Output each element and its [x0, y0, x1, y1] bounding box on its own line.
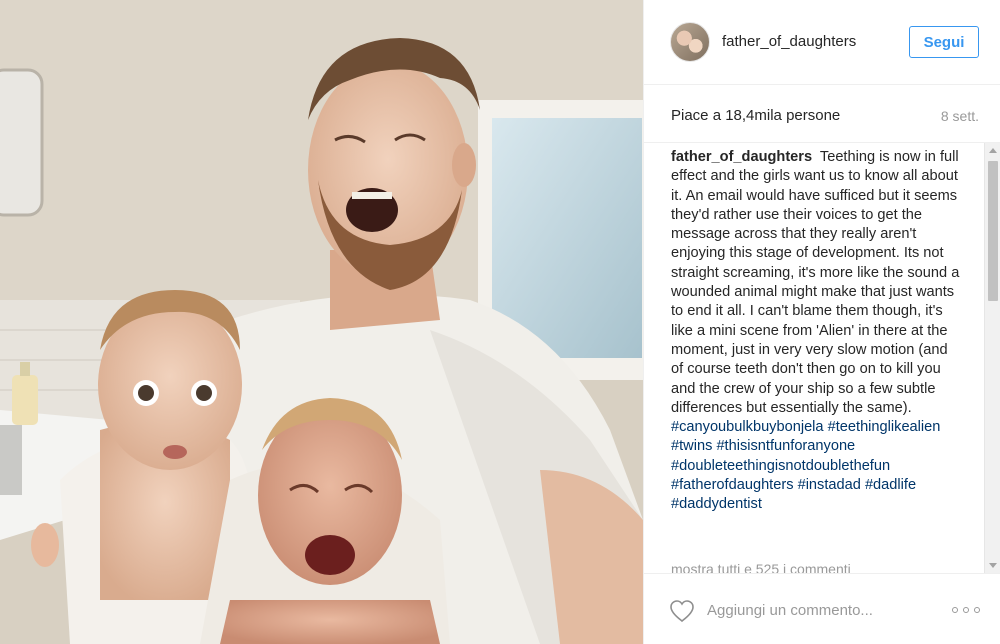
caption-text: Teething is now in full effect and the g…	[671, 149, 960, 416]
post-side-panel: father_of_daughters Segui Piace a 18,4mi…	[643, 0, 1000, 644]
scroll-up-arrow-icon[interactable]	[989, 148, 997, 153]
heart-icon[interactable]	[669, 599, 695, 623]
hashtag-link[interactable]: #canyoubulkbuybonjela	[671, 419, 824, 435]
scroll-thumb[interactable]	[988, 161, 998, 301]
more-dot	[952, 607, 958, 613]
comments-scrollbar[interactable]	[984, 143, 1000, 573]
post-header: father_of_daughters Segui	[644, 0, 1000, 85]
hashtag-link[interactable]: #thisisntfunforanyone	[716, 438, 855, 454]
avatar[interactable]	[670, 22, 710, 62]
hashtag-link[interactable]: #instadad	[798, 477, 861, 493]
hashtag-link[interactable]: #doubleteethingisnotdoublethefun	[671, 458, 890, 474]
caption: father_of_daughters Teething is now in f…	[671, 148, 963, 515]
show-all-comments-link[interactable]: mostra tutti e 525 i commenti	[671, 561, 851, 573]
post-timestamp[interactable]: 8 sett.	[941, 108, 979, 124]
post-photo	[0, 0, 643, 644]
scroll-down-arrow-icon[interactable]	[989, 563, 997, 568]
hashtag-link[interactable]: #daddydentist	[671, 496, 762, 512]
hashtag-link[interactable]: #teethinglikealien	[828, 419, 941, 435]
likes-count[interactable]: Piace a 18,4mila persone	[671, 107, 840, 124]
comments-area[interactable]: father_of_daughters Teething is now in f…	[644, 143, 1000, 573]
hashtag-link[interactable]: #dadlife	[865, 477, 916, 493]
more-dot	[963, 607, 969, 613]
username-link[interactable]: father_of_daughters	[722, 33, 856, 50]
more-options-icon[interactable]	[952, 605, 980, 615]
caption-username[interactable]: father_of_daughters	[671, 149, 812, 165]
more-dot	[974, 607, 980, 613]
likes-row: Piace a 18,4mila persone 8 sett.	[644, 85, 1000, 143]
follow-button[interactable]: Segui	[909, 26, 979, 58]
comment-footer	[644, 573, 1000, 644]
hashtag-list: #canyoubulkbuybonjela #teethinglikealien…	[671, 419, 940, 512]
comment-input[interactable]	[707, 598, 937, 622]
hashtag-link[interactable]: #fatherofdaughters	[671, 477, 794, 493]
hashtag-link[interactable]: #twins	[671, 438, 712, 454]
